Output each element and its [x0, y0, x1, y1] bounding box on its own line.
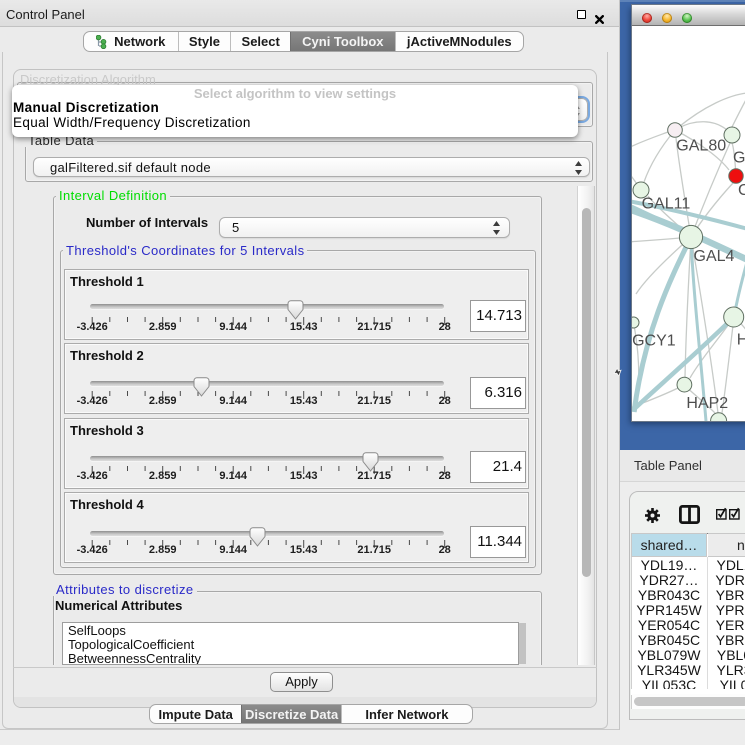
svg-text:GCY1: GCY1 [632, 332, 676, 349]
svg-text:C: C [738, 182, 745, 199]
svg-text:H: H [737, 331, 745, 348]
svg-text:GAL80: GAL80 [676, 138, 726, 155]
svg-text:GA: GA [733, 149, 745, 166]
svg-text:GAL11: GAL11 [642, 196, 691, 213]
svg-text:HAP2: HAP2 [686, 395, 728, 412]
svg-text:GAL4: GAL4 [694, 248, 735, 265]
